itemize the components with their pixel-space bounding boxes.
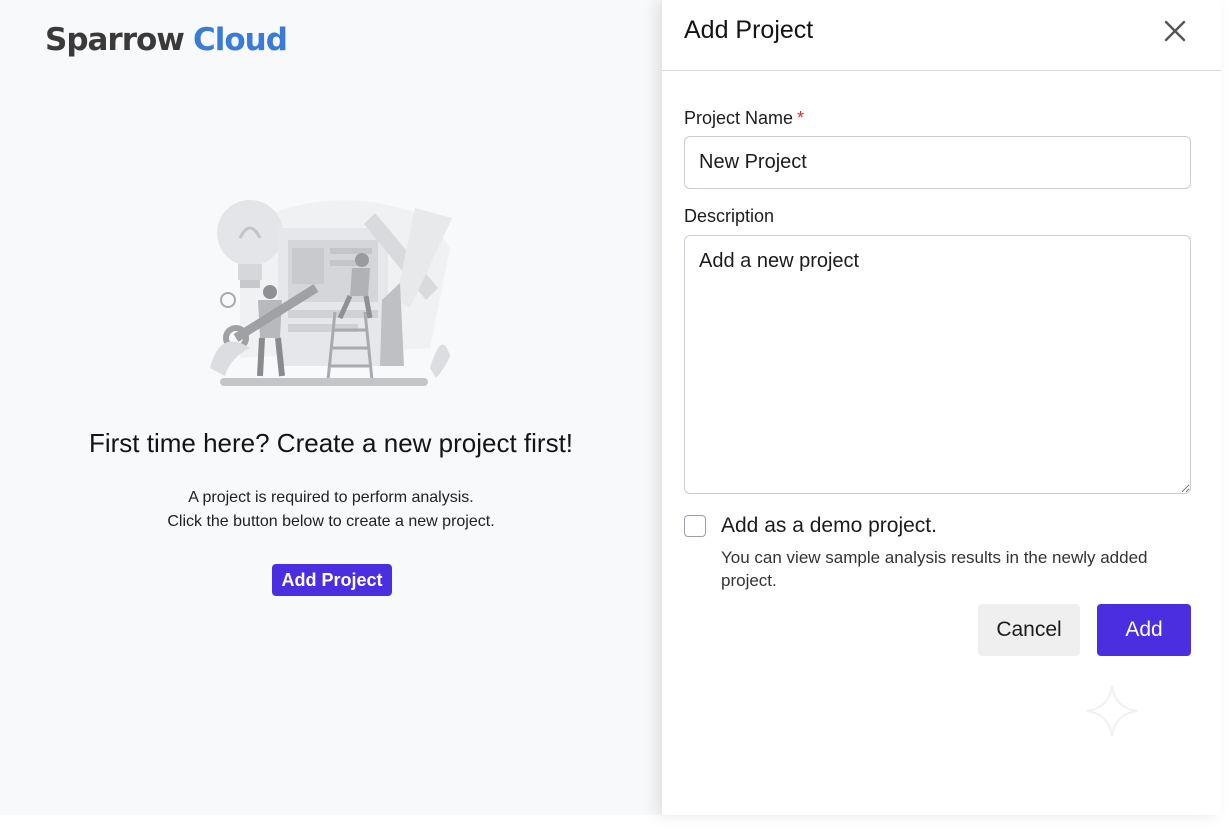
- empty-state-line-1: A project is required to perform analysi…: [188, 489, 474, 506]
- close-icon[interactable]: [1162, 18, 1188, 44]
- project-name-input[interactable]: [684, 136, 1191, 189]
- drawer-title: Add Project: [684, 16, 814, 44]
- add-project-drawer: Add Project Project Name* Description Ad…: [662, 0, 1221, 815]
- demo-project-label[interactable]: Add as a demo project.: [721, 514, 937, 538]
- project-setup-illustration: [210, 200, 452, 386]
- description-label: Description: [684, 206, 775, 226]
- logo-word-sparrow: Sparrow: [45, 22, 185, 58]
- required-mark: *: [797, 108, 805, 128]
- background-page: Sparrow Cloud First time here? Create a …: [0, 0, 662, 815]
- project-name-label-text: Project Name: [684, 108, 794, 128]
- logo-word-cloud: Cloud: [192, 22, 288, 58]
- project-name-label: Project Name *: [684, 108, 804, 129]
- add-button[interactable]: Add: [1097, 604, 1191, 656]
- sparkle-decoration-icon: [1086, 685, 1138, 737]
- cancel-button[interactable]: Cancel: [978, 604, 1080, 656]
- empty-state-title: First time here? Create a new project fi…: [88, 428, 574, 458]
- add-project-button[interactable]: Add Project: [272, 564, 392, 596]
- logo: Sparrow Cloud: [45, 22, 288, 58]
- drawer-header: Add Project: [662, 0, 1221, 71]
- empty-state-line-2: Click the button below to create a new p…: [167, 513, 495, 530]
- description-textarea[interactable]: Add a new project: [684, 235, 1191, 494]
- demo-project-checkbox[interactable]: [684, 515, 706, 537]
- demo-project-help-text: You can view sample analysis results in …: [721, 548, 1148, 590]
